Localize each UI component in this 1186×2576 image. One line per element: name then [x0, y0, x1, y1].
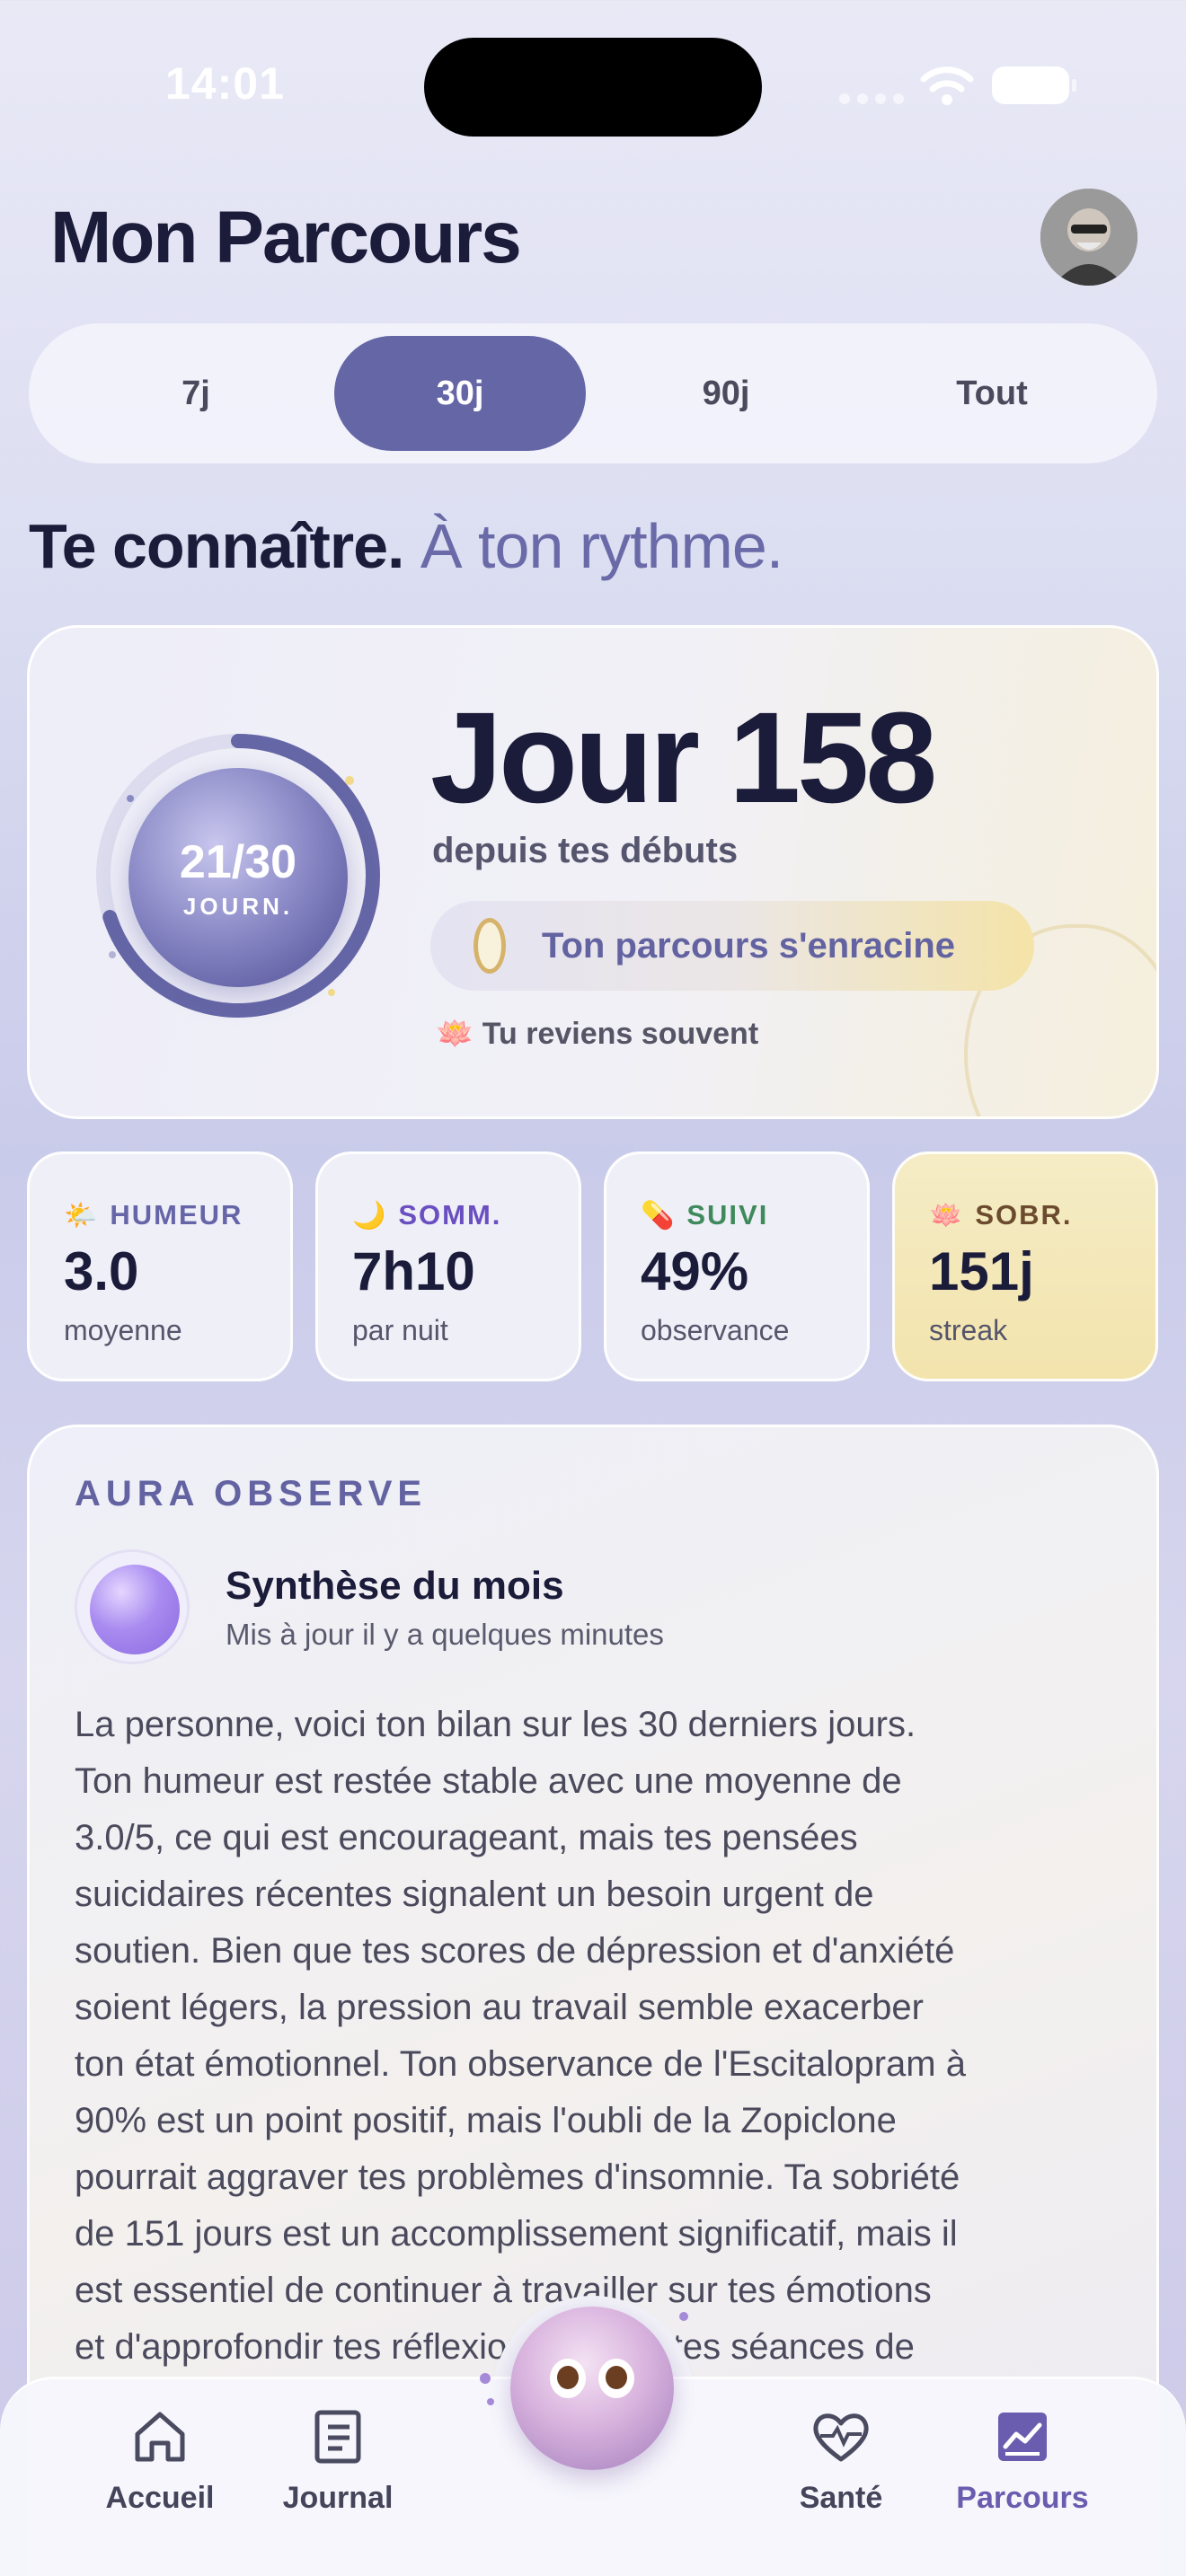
- nav-parcours[interactable]: Parcours: [942, 2407, 1103, 2516]
- stat-card-humeur[interactable]: 🌤️ HUMEUR 3.0 moyenne: [27, 1151, 293, 1381]
- pill-icon: 💊: [641, 1200, 677, 1231]
- nav-journal[interactable]: Journal: [257, 2407, 419, 2516]
- aura-updated: Mis à jour il y a quelques minutes: [226, 1618, 664, 1651]
- stat-label: SOMM.: [398, 1199, 502, 1231]
- stat-value: 49%: [641, 1241, 749, 1301]
- summary-line: 3.0/5, ce qui est encourageant, mais tes…: [75, 1818, 858, 1857]
- summary-line: ton état émotionnel. Ton observance de l…: [75, 2044, 966, 2084]
- stat-card-suivi[interactable]: 💊 SUIVI 49% observance: [604, 1151, 870, 1381]
- milestone-label: Ton parcours s'enracine: [542, 925, 956, 966]
- stat-unit: observance: [641, 1314, 790, 1346]
- stat-value: 7h10: [352, 1241, 475, 1301]
- day-counter: Jour 158: [430, 685, 937, 830]
- summary-line: Ton humeur est restée stable avec une mo…: [75, 1761, 902, 1801]
- summary-line: de 151 jours est un accomplissement sign…: [75, 2214, 958, 2254]
- lotus-icon: 🪷: [929, 1200, 965, 1231]
- day-subtitle: depuis tes débuts: [432, 831, 739, 870]
- battery-icon: [992, 66, 1076, 104]
- moon-icon: 🌙: [352, 1200, 388, 1231]
- tagline: Te connaître. À ton rythme.: [29, 510, 783, 582]
- wifi-icon: [920, 66, 974, 105]
- page-title: Mon Parcours: [50, 197, 522, 278]
- hero-note-text: Tu reviens souvent: [482, 1017, 759, 1051]
- summary-line: soient légers, la pression au travail se…: [75, 1988, 924, 2027]
- signal-dots-icon: [839, 93, 904, 104]
- period-selector: 7j 30j 90j Tout: [29, 323, 1157, 463]
- stat-card-sommeil[interactable]: 🌙 SOMM. 7h10 par nuit: [315, 1151, 581, 1381]
- tab-tout[interactable]: Tout: [866, 336, 1118, 451]
- summary-line: soutien. Bien que tes scores de dépressi…: [75, 1931, 955, 1971]
- stat-unit: par nuit: [352, 1314, 448, 1346]
- mascot-eye: [550, 2359, 586, 2398]
- sparkle-dot: [480, 2373, 491, 2384]
- stat-value: 151j: [929, 1241, 1034, 1301]
- progress-card[interactable]: 21/30 JOURN. Jour 158 depuis tes débuts …: [27, 625, 1159, 1119]
- aura-heading: AURA OBSERVE: [75, 1474, 428, 1513]
- summary-line: pourrait aggraver tes problèmes d'insomn…: [75, 2157, 960, 2197]
- home-icon: [135, 2412, 185, 2462]
- stat-label: HUMEUR: [110, 1199, 243, 1231]
- tab-90j[interactable]: 90j: [600, 336, 852, 451]
- mirror-icon: [474, 918, 506, 974]
- tab-7j[interactable]: 7j: [70, 336, 322, 451]
- stat-label: SUIVI: [686, 1199, 769, 1231]
- progress-orb: 21/30 JOURN.: [128, 768, 348, 987]
- dynamic-island: [424, 38, 762, 137]
- stat-label: SOBR.: [975, 1199, 1073, 1231]
- status-time: 14:01: [165, 58, 285, 109]
- tab-30j[interactable]: 30j: [334, 336, 586, 451]
- stat-unit: streak: [929, 1314, 1008, 1346]
- nav-accueil[interactable]: Accueil: [79, 2407, 241, 2516]
- summary-line: 90% est un point positif, mais l'oubli d…: [75, 2101, 897, 2140]
- stat-value: 3.0: [64, 1241, 139, 1301]
- stat-unit: moyenne: [64, 1314, 182, 1346]
- avatar[interactable]: [1040, 189, 1137, 286]
- summary-line: suicidaires récentes signalent un besoin…: [75, 1875, 874, 1914]
- milestone-badge[interactable]: Ton parcours s'enracine: [430, 901, 1034, 991]
- stat-card-sobriete[interactable]: 🪷 SOBR. 151j streak: [892, 1151, 1158, 1381]
- journal-icon: [314, 2410, 361, 2464]
- mascot-eye: [598, 2359, 634, 2398]
- sun-cloud-icon: 🌤️: [64, 1200, 100, 1231]
- tagline-bold: Te connaître.: [29, 511, 404, 581]
- aura-summary: La personne, voici ton bilan sur les 30 …: [75, 1697, 1135, 2376]
- aura-orb-icon: [75, 1549, 190, 1664]
- lotus-icon: 🪷: [436, 1017, 474, 1051]
- nav-sante[interactable]: Santé: [760, 2407, 922, 2516]
- sparkle-dot: [679, 2312, 688, 2321]
- heart-pulse-icon: [813, 2413, 869, 2462]
- tagline-light: À ton rythme.: [420, 511, 783, 581]
- hero-note: 🪷 Tu reviens souvent: [436, 1016, 758, 1052]
- progress-value: 21/30: [179, 835, 297, 888]
- aura-title: Synthèse du mois: [226, 1564, 564, 1608]
- chart-icon: [998, 2413, 1047, 2461]
- progress-unit: JOURN.: [182, 892, 294, 920]
- summary-line: La personne, voici ton bilan sur les 30 …: [75, 1705, 916, 1744]
- sparkle-dot: [487, 2398, 494, 2405]
- aura-mascot-button[interactable]: [510, 2307, 674, 2470]
